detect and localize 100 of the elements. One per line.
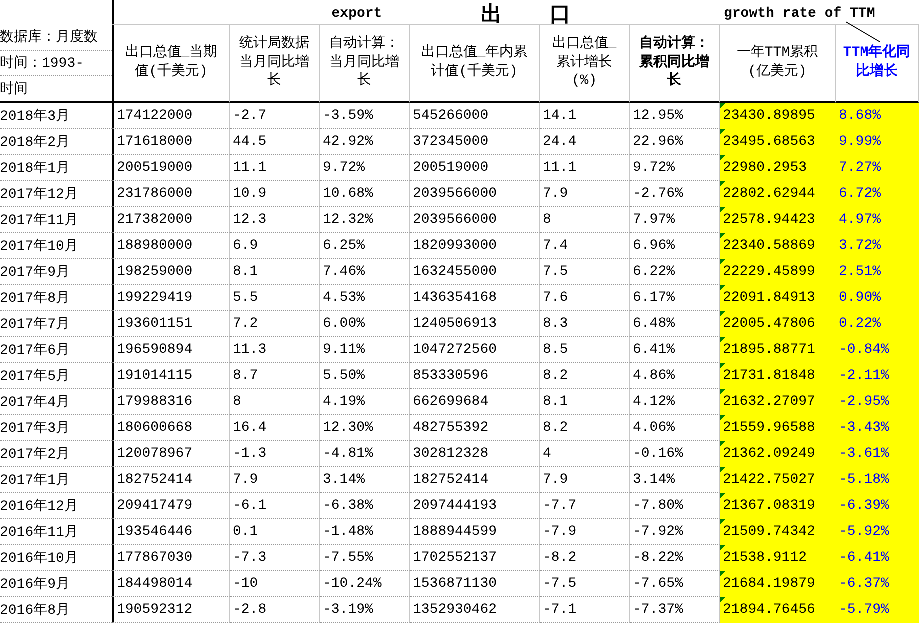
table-cell: 9.72%: [320, 155, 410, 181]
table-cell: 1820993000: [410, 233, 540, 259]
table-cell: 21632.27097: [720, 389, 836, 415]
table-cell: -7.9: [540, 519, 630, 545]
table-cell: -5.92%: [836, 519, 919, 545]
table-cell: 191014115: [112, 363, 230, 389]
table-cell: -10.24%: [320, 571, 410, 597]
table-cell: 21362.09249: [720, 441, 836, 467]
table-cell: 5.50%: [320, 363, 410, 389]
table-cell: 7.9: [230, 467, 320, 493]
table-cell: 8: [230, 389, 320, 415]
table-cell: 6.72%: [836, 181, 919, 207]
table-cell: 10.68%: [320, 181, 410, 207]
table-cell: 21367.08319: [720, 493, 836, 519]
table-cell: 8.1: [230, 259, 320, 285]
date-cell: 2016年10月: [0, 545, 112, 571]
date-cell: 2017年9月: [0, 259, 112, 285]
table-cell: -3.59%: [320, 103, 410, 129]
table-cell: 22091.84913: [720, 285, 836, 311]
table-cell: 22802.62944: [720, 181, 836, 207]
column-header: 出口总值_当期值(千美元): [112, 25, 230, 103]
date-cell: 2016年11月: [0, 519, 112, 545]
table-cell: 21559.96588: [720, 415, 836, 441]
table-cell: 21731.81848: [720, 363, 836, 389]
table-cell: 1888944599: [410, 519, 540, 545]
table-cell: 7.9: [540, 181, 630, 207]
info-label: 数据库：月度数: [0, 25, 112, 51]
table-cell: -6.1: [230, 493, 320, 519]
table-cell: 190592312: [112, 597, 230, 623]
table-cell: -5.79%: [836, 597, 919, 623]
section-title: 口: [550, 4, 571, 28]
table-cell: 21538.9112: [720, 545, 836, 571]
table-cell: 182752414: [112, 467, 230, 493]
table-cell: -2.7: [230, 103, 320, 129]
table-cell: 182752414: [410, 467, 540, 493]
date-cell: 2016年12月: [0, 493, 112, 519]
leader-line: [845, 21, 881, 43]
table-cell: 21509.74342: [720, 519, 836, 545]
table-cell: 2097444193: [410, 493, 540, 519]
table-cell: -6.37%: [836, 571, 919, 597]
table-cell: 12.32%: [320, 207, 410, 233]
table-cell: 0.90%: [836, 285, 919, 311]
table-cell: 184498014: [112, 571, 230, 597]
table-cell: 2039566000: [410, 181, 540, 207]
table-cell: 662699684: [410, 389, 540, 415]
table-cell: 180600668: [112, 415, 230, 441]
table-cell: -7.5: [540, 571, 630, 597]
table-cell: 1352930462: [410, 597, 540, 623]
table-cell: 1240506913: [410, 311, 540, 337]
table-cell: -10: [230, 571, 320, 597]
date-cell: 2017年6月: [0, 337, 112, 363]
date-cell: 2016年8月: [0, 597, 112, 623]
table-cell: 8.68%: [836, 103, 919, 129]
table-cell: 8.2: [540, 415, 630, 441]
table-cell: 44.5: [230, 129, 320, 155]
table-cell: -8.2: [540, 545, 630, 571]
column-header: 出口总值_累计增长(%): [540, 25, 630, 103]
table-cell: 217382000: [112, 207, 230, 233]
table-cell: 22980.2953: [720, 155, 836, 181]
table-cell: -3.19%: [320, 597, 410, 623]
section-label: export: [332, 6, 382, 22]
table-cell: 7.2: [230, 311, 320, 337]
table-cell: 853330596: [410, 363, 540, 389]
info-label: 时间: [0, 80, 29, 100]
table-cell: 231786000: [112, 181, 230, 207]
table-cell: -6.39%: [836, 493, 919, 519]
table-cell: 1047272560: [410, 337, 540, 363]
table-cell: -7.3: [230, 545, 320, 571]
table-cell: 8: [540, 207, 630, 233]
date-cell: 2018年1月: [0, 155, 112, 181]
table-cell: 5.5: [230, 285, 320, 311]
table-cell: 120078967: [112, 441, 230, 467]
table-cell: 2.51%: [836, 259, 919, 285]
table-cell: 7.27%: [836, 155, 919, 181]
table-cell: 7.4: [540, 233, 630, 259]
table-cell: -0.84%: [836, 337, 919, 363]
date-cell: 2018年2月: [0, 129, 112, 155]
table-cell: 23430.89895: [720, 103, 836, 129]
table-cell: 22578.94423: [720, 207, 836, 233]
table-cell: 4.53%: [320, 285, 410, 311]
table-cell: -2.11%: [836, 363, 919, 389]
table-cell: 199229419: [112, 285, 230, 311]
table-cell: 11.3: [230, 337, 320, 363]
table-cell: 1632455000: [410, 259, 540, 285]
table-cell: 21895.88771: [720, 337, 836, 363]
table-cell: 302812328: [410, 441, 540, 467]
table-cell: 9.99%: [836, 129, 919, 155]
date-cell: 2017年2月: [0, 441, 112, 467]
table-cell: 21684.19879: [720, 571, 836, 597]
table-cell: 6.00%: [320, 311, 410, 337]
column-header: 出口总值_年内累计值(千美元): [410, 25, 540, 103]
table-cell: 7.6: [540, 285, 630, 311]
table-cell: 2039566000: [410, 207, 540, 233]
table-cell: 11.1: [230, 155, 320, 181]
table-cell: -6.41%: [836, 545, 919, 571]
table-cell: 4.97%: [836, 207, 919, 233]
table-cell: 200519000: [112, 155, 230, 181]
table-cell: -2.8: [230, 597, 320, 623]
table-cell: -1.48%: [320, 519, 410, 545]
table-cell: 6.25%: [320, 233, 410, 259]
